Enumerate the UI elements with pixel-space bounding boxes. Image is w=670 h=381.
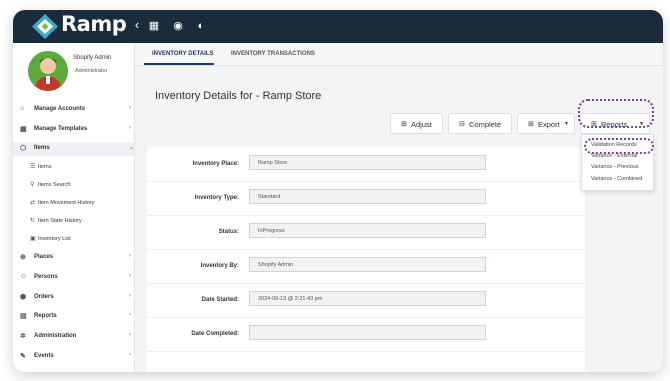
sidebar-item-administration[interactable]: ✲ Administration › bbox=[13, 330, 134, 344]
variance-external-highlight bbox=[584, 138, 654, 154]
main-content: INVENTORY DETAILS INVENTORY TRANSACTIONS… bbox=[135, 43, 663, 372]
field-label: Status: bbox=[218, 229, 239, 235]
user-name: Shopify Admin bbox=[73, 55, 112, 61]
export-button[interactable]: ⊞ Export ▼ bbox=[517, 113, 575, 134]
search-icon: ⚲ bbox=[30, 182, 35, 188]
field-label: Date Completed: bbox=[191, 331, 239, 337]
sidebar-item-events[interactable]: ✎ Events › bbox=[13, 350, 134, 364]
person-icon: ☺ bbox=[20, 273, 28, 280]
globe-icon[interactable]: ◉ bbox=[170, 18, 186, 34]
active-tab-indicator bbox=[144, 63, 214, 65]
dashboard-gauge-icon[interactable]: ◐ bbox=[193, 18, 209, 34]
chevron-right-icon: › bbox=[129, 273, 131, 279]
sidebar-subitem-items[interactable]: ☰ Items bbox=[13, 161, 134, 174]
chevron-right-icon: › bbox=[129, 352, 131, 358]
building-icon: ⌂ bbox=[20, 105, 25, 112]
adjust-button[interactable]: ⊞ Adjust bbox=[390, 113, 443, 134]
chevron-right-icon: › bbox=[129, 105, 131, 111]
inventory-details-form: Inventory Place: Ramp Store Inventory Ty… bbox=[147, 147, 585, 372]
tag-icon: ⬡ bbox=[20, 145, 27, 152]
inventory-place-field[interactable]: Ramp Store bbox=[249, 155, 486, 170]
box-icon: ⬢ bbox=[20, 294, 27, 301]
avatar bbox=[28, 51, 68, 91]
sidebar-subitem-label: Item State History bbox=[38, 218, 82, 224]
sidebar-item-label: Manage Templates bbox=[34, 126, 88, 132]
gear-icon: ✲ bbox=[20, 333, 26, 340]
sidebar-item-label: Manage Accounts bbox=[34, 106, 86, 112]
events-icon: ✎ bbox=[20, 353, 26, 360]
complete-button[interactable]: ⊟ Complete bbox=[448, 113, 512, 134]
sidebar-item-label: Places bbox=[34, 254, 54, 260]
field-label: Inventory By: bbox=[200, 263, 239, 269]
form-row-status: Status: InProgress bbox=[147, 215, 585, 250]
sidebar-item-persons[interactable]: ☺ Persons › bbox=[13, 271, 134, 285]
adjust-icon: ⊞ bbox=[401, 121, 407, 128]
grid-icon: ▦ bbox=[20, 126, 27, 133]
sidebar-subitem-label: Item Movement History bbox=[38, 200, 95, 206]
sidebar-item-label: Persons bbox=[34, 274, 58, 280]
sidebar-subitem-label: Inventory List bbox=[38, 236, 71, 242]
tab-bar: INVENTORY DETAILS INVENTORY TRANSACTIONS bbox=[135, 43, 663, 66]
transfer-icon: ⇄ bbox=[30, 200, 36, 206]
sidebar-item-label: Items bbox=[34, 145, 50, 151]
sidebar-subitem-label: Items bbox=[38, 164, 52, 170]
list-icon: ☰ bbox=[30, 164, 36, 170]
form-row-date-completed: Date Completed: bbox=[147, 317, 585, 352]
menu-item-variance-previous[interactable]: Variance - Previous bbox=[591, 164, 639, 170]
tab-inventory-transactions[interactable]: INVENTORY TRANSACTIONS bbox=[231, 51, 315, 57]
reports-button-highlight bbox=[578, 99, 654, 128]
date-completed-field[interactable] bbox=[249, 325, 486, 340]
chevron-right-icon: › bbox=[129, 125, 131, 131]
grid-icon[interactable]: ▦ bbox=[146, 18, 162, 34]
sidebar-subitem-item-movement-history[interactable]: ⇄ Item Movement History bbox=[13, 197, 134, 210]
inventory-type-field[interactable]: Standard bbox=[249, 189, 486, 204]
app-window: Ramp ‹ ▦ ◉ ◐ Shopify Admin Administrator… bbox=[13, 10, 663, 372]
export-icon: ⊞ bbox=[528, 121, 534, 128]
collapse-arrow-icon[interactable]: ‹ bbox=[129, 18, 145, 34]
field-label: Inventory Type: bbox=[194, 195, 239, 201]
sidebar-item-orders[interactable]: ⬢ Orders › bbox=[13, 291, 134, 305]
history-icon: ↻ bbox=[30, 218, 36, 224]
form-row-inventory-by: Inventory By: Shopify Admin bbox=[147, 249, 585, 284]
sidebar-item-label: Administration bbox=[34, 333, 77, 339]
menu-item-variance-combined[interactable]: Variance - Combined bbox=[591, 176, 642, 182]
tab-inventory-details[interactable]: INVENTORY DETAILS bbox=[152, 51, 213, 57]
sidebar-subitem-item-state-history[interactable]: ↻ Item State History bbox=[13, 215, 134, 228]
sidebar-item-label: Reports bbox=[34, 313, 57, 319]
sidebar-subitem-label: Items Search bbox=[38, 182, 71, 188]
chevron-right-icon: › bbox=[129, 253, 131, 259]
report-icon: ▤ bbox=[20, 313, 27, 320]
chevron-right-icon: › bbox=[129, 293, 131, 299]
ramp-logo-icon bbox=[32, 14, 58, 39]
sidebar-item-reports[interactable]: ▤ Reports › bbox=[13, 310, 134, 324]
form-row-date-started: Date Started: 2024-09-13 @ 2:21:43 pm bbox=[147, 283, 585, 318]
sidebar-item-manage-templates[interactable]: ▦ Manage Templates › bbox=[13, 123, 134, 137]
page-title: Inventory Details for - Ramp Store bbox=[155, 90, 322, 102]
date-started-field[interactable]: 2024-09-13 @ 2:21:43 pm bbox=[249, 291, 486, 306]
form-row-inventory-type: Inventory Type: Standard bbox=[147, 181, 585, 216]
sidebar-item-manage-accounts[interactable]: ⌂ Manage Accounts › bbox=[13, 103, 134, 117]
sidebar-subitem-inventory-list[interactable]: ▣ Inventory List bbox=[13, 233, 134, 246]
inventory-icon: ▣ bbox=[30, 236, 36, 242]
status-field[interactable]: InProgress bbox=[249, 223, 486, 238]
sidebar: Shopify Admin Administrator ⌂ Manage Acc… bbox=[13, 43, 135, 372]
field-label: Date Started: bbox=[201, 297, 239, 303]
app-logo-text: Ramp bbox=[61, 12, 127, 36]
chevron-right-icon: › bbox=[129, 312, 131, 318]
chevron-right-icon: › bbox=[129, 332, 131, 338]
form-row-inventory-place: Inventory Place: Ramp Store bbox=[147, 147, 585, 182]
user-role: Administrator bbox=[75, 68, 108, 74]
inventory-by-field[interactable]: Shopify Admin bbox=[249, 257, 486, 272]
top-bar: Ramp ‹ ▦ ◉ ◐ bbox=[13, 10, 663, 43]
chevron-down-icon: ⌄ bbox=[129, 145, 135, 151]
sidebar-item-label: Events bbox=[34, 353, 54, 359]
field-label: Inventory Place: bbox=[192, 161, 239, 167]
sidebar-item-label: Orders bbox=[34, 294, 54, 300]
chevron-down-icon: ▼ bbox=[564, 121, 569, 127]
sidebar-subitem-items-search[interactable]: ⚲ Items Search bbox=[13, 179, 134, 192]
location-icon: ⊕ bbox=[20, 254, 26, 261]
sidebar-item-places[interactable]: ⊕ Places › bbox=[13, 251, 134, 265]
sidebar-item-items[interactable]: ⬡ Items ⌄ bbox=[13, 142, 134, 156]
complete-icon: ⊟ bbox=[459, 121, 465, 128]
